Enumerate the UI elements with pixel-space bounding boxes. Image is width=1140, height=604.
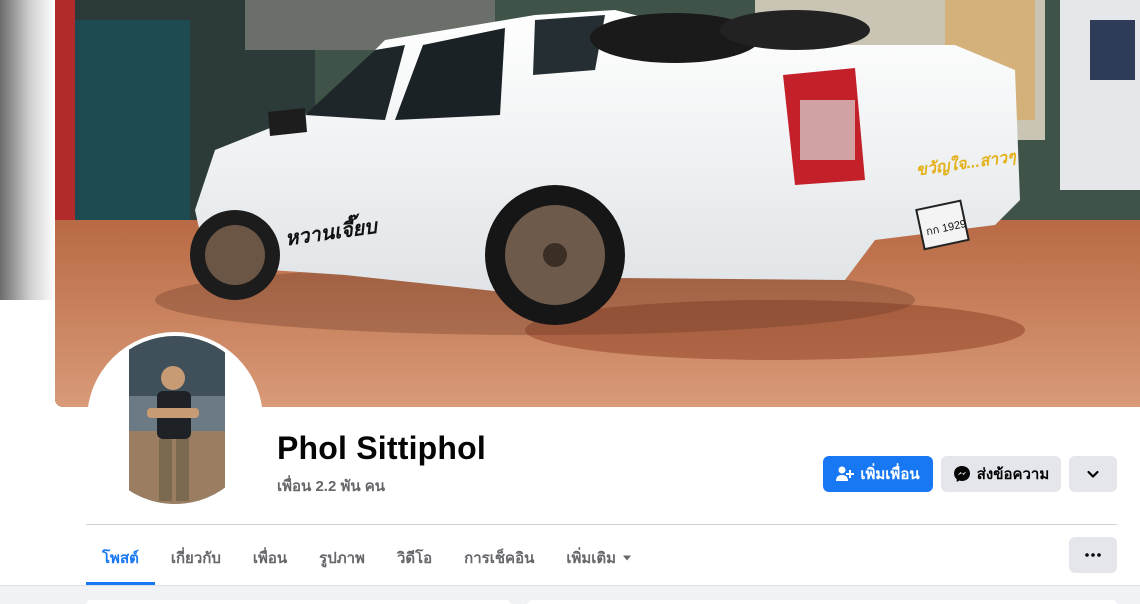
person-plus-icon	[836, 466, 855, 481]
avatar-image	[91, 336, 259, 504]
profile-avatar[interactable]	[87, 332, 263, 508]
messenger-icon	[953, 466, 970, 482]
tab-label: การเช็คอิน	[464, 550, 535, 567]
tab-posts[interactable]: โพสต์	[86, 532, 155, 585]
tab-more[interactable]: เพิ่มเติม	[550, 532, 648, 584]
tab-label: เพิ่มเติม	[566, 550, 617, 567]
header-divider	[86, 524, 1117, 525]
chevron-down-icon	[1087, 470, 1099, 478]
tab-videos[interactable]: วิดีโอ	[381, 532, 448, 584]
tab-checkins[interactable]: การเช็คอิน	[448, 532, 550, 584]
composer-card	[527, 600, 1117, 604]
tab-label: เพื่อน	[252, 550, 288, 567]
profile-page: กก 1929 หวานเจี๊ยบ ขวัญใจ...สาวๆ Phol Si…	[0, 0, 1140, 604]
tab-label: โพสต์	[102, 550, 139, 567]
tab-friends[interactable]: เพื่อน	[237, 532, 303, 584]
add-friend-label: เพิ่มเพื่อน	[860, 466, 920, 483]
profile-menu-button[interactable]	[1069, 537, 1117, 573]
profile-tabs: โพสต์ เกี่ยวกับ เพื่อน รูปภาพ วิดีโอ การ…	[86, 532, 648, 585]
tab-label: รูปภาพ	[319, 550, 365, 567]
intro-card	[86, 600, 511, 604]
ellipsis-icon	[1085, 553, 1101, 557]
add-friend-button[interactable]: เพิ่มเพื่อน	[823, 456, 933, 492]
more-options-button[interactable]	[1069, 456, 1117, 492]
tab-about[interactable]: เกี่ยวกับ	[155, 532, 237, 584]
profile-name: Phol Sittiphol	[277, 430, 486, 466]
message-button[interactable]: ส่งข้อความ	[941, 456, 1061, 492]
tab-photos[interactable]: รูปภาพ	[303, 532, 381, 584]
tab-label: วิดีโอ	[396, 550, 433, 567]
tab-label: เกี่ยวกับ	[170, 550, 221, 567]
friends-count[interactable]: เพื่อน 2.2 พัน คน	[277, 474, 385, 498]
caret-down-icon	[623, 555, 632, 561]
message-label: ส่งข้อความ	[976, 466, 1050, 483]
